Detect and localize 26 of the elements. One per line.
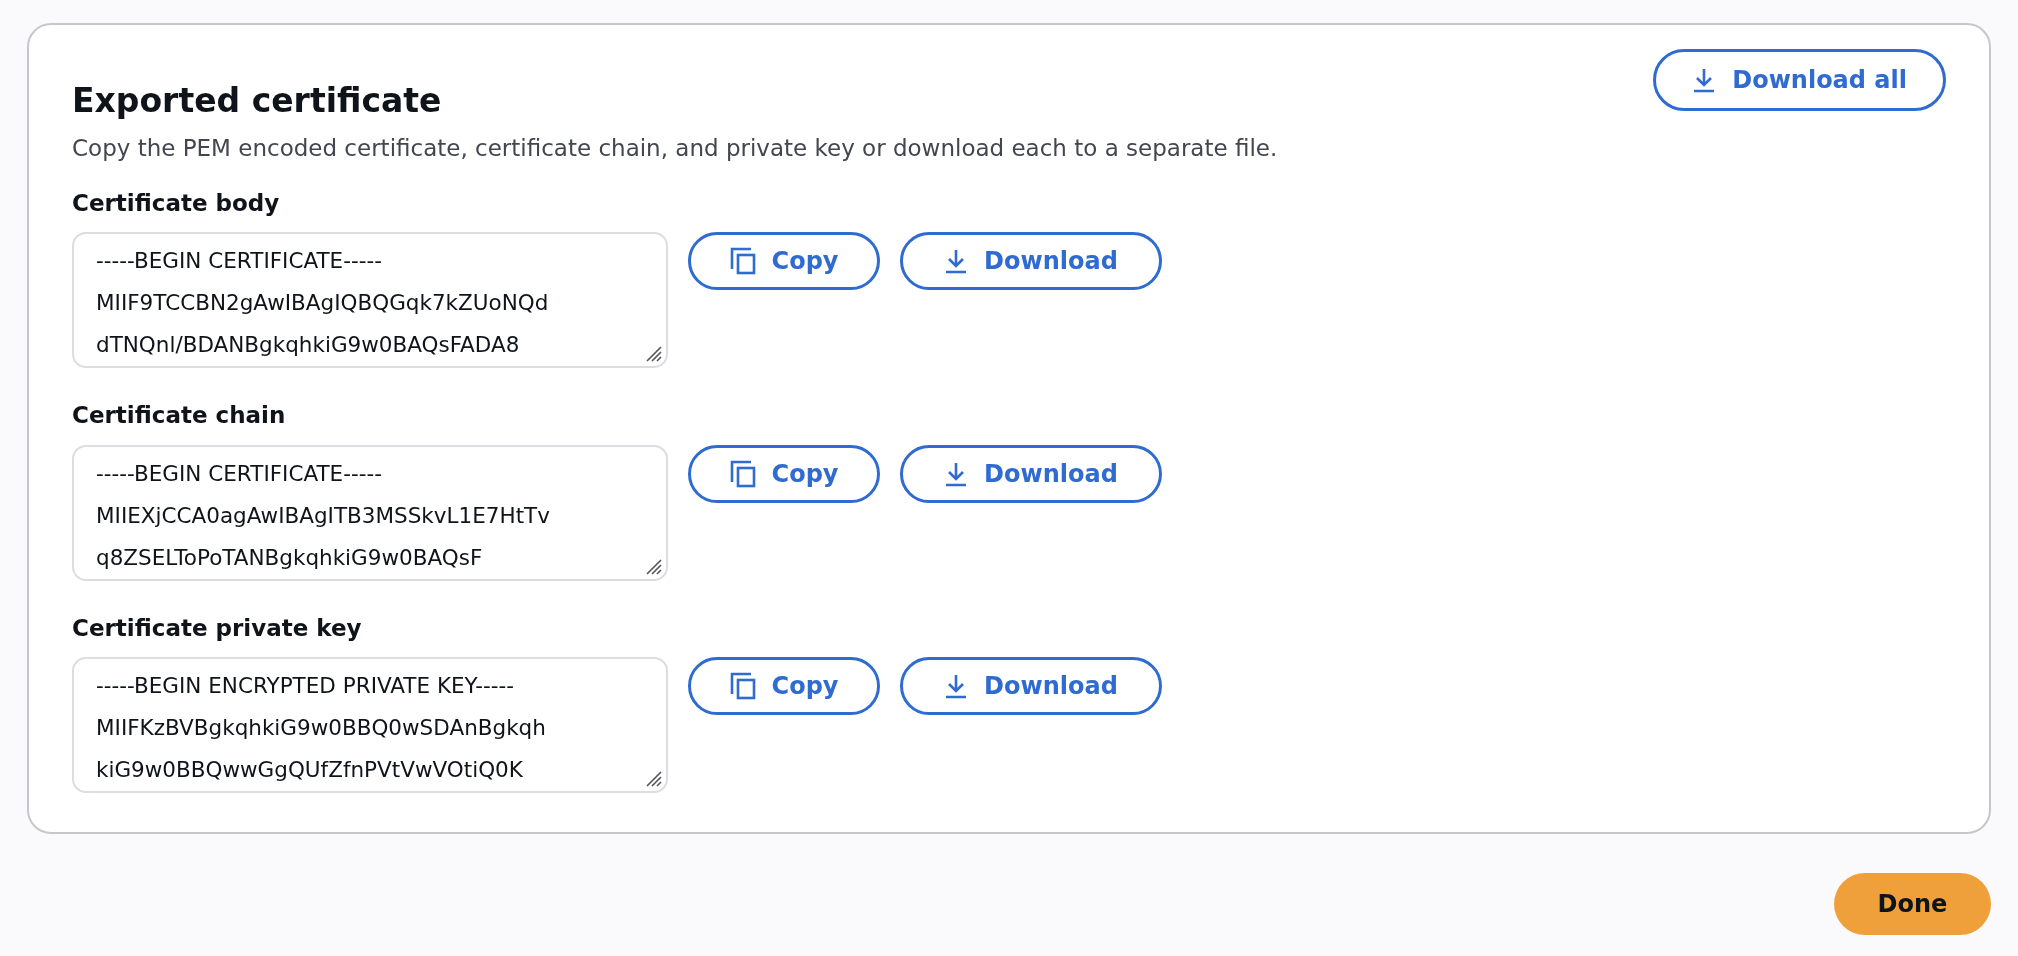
- resize-handle-icon[interactable]: [644, 769, 662, 787]
- certificate-field[interactable]: -----BEGIN CERTIFICATE----- MIIF9TCCBN2gAwIBAgIQBQGqk7kZUoNQd dTNQnl/BDANBgkqhkiG9w0BAQsFADA8: [72, 232, 668, 368]
- copy-button[interactable]: Copy: [688, 657, 880, 715]
- certificate-field[interactable]: -----BEGIN CERTIFICATE----- MIIEXjCCA0agAwIBAgITB3MSSkvL1E7HtTv q8ZSELToPoTANBgkqhkiG9w0BAQsF: [72, 444, 668, 581]
- copy-icon: [729, 247, 756, 275]
- download-icon: [944, 460, 969, 487]
- copy-icon: [729, 672, 756, 700]
- download-button[interactable]: Download: [900, 657, 1162, 715]
- certificate-field[interactable]: -----BEGIN ENCRYPTED PRIVATE KEY----- MIIFKzBVBgkqhkiG9w0BBQ0wSDAnBgkqh kiG9w0BBQwwGgQUfZfnPVtVwVOtiQ0K: [72, 657, 668, 793]
- resize-handle-icon[interactable]: [644, 344, 662, 362]
- download-icon: [944, 248, 969, 274]
- download-button[interactable]: Download: [900, 444, 1162, 503]
- panel-title: Exported certificate: [72, 81, 443, 121]
- field-label: Certificate body: [72, 188, 281, 218]
- download-icon: [944, 673, 969, 699]
- panel-description: Copy the PEM encoded certificate, certificate chain, and private key or download each to a separate file.: [72, 134, 1278, 163]
- done-button[interactable]: Done: [1834, 873, 1991, 935]
- download-button[interactable]: Download: [900, 232, 1162, 290]
- copy-button[interactable]: Copy: [688, 232, 880, 290]
- download-icon: [1692, 67, 1717, 93]
- download-all-button[interactable]: Download all: [1653, 49, 1946, 111]
- field-label: Certificate chain: [72, 401, 287, 430]
- copy-button[interactable]: Copy: [688, 444, 880, 503]
- copy-icon: [729, 459, 756, 488]
- field-label: Certificate private key: [72, 613, 363, 643]
- resize-handle-icon[interactable]: [644, 556, 662, 575]
